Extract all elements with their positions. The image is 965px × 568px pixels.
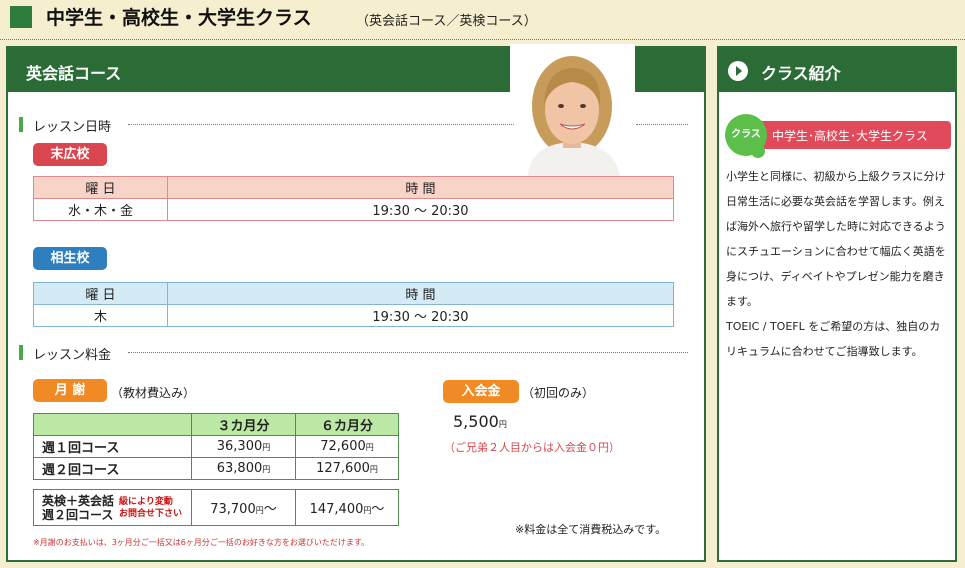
table-row: 水・木・金 19:30 〜 20:30 xyxy=(33,198,674,221)
day-cell: 水・木・金 xyxy=(33,198,168,221)
col-6months-header: ６カ月分 xyxy=(295,413,399,436)
price-6m-cell: 127,600円 xyxy=(295,457,399,480)
col-time-header: 時 間 xyxy=(167,282,674,305)
col-day-header: 曜 日 xyxy=(33,282,168,305)
table-header-row: 曜 日 時 間 xyxy=(33,176,674,199)
class-name: 中学生･高校生･大学生クラス xyxy=(772,129,928,143)
school-badge-aioi: 相生校 xyxy=(33,247,107,270)
schedule-table-suehiro: 曜 日 時 間 水・木・金 19:30 〜 20:30 xyxy=(33,176,674,221)
course-cell: 週１回コース xyxy=(33,435,192,458)
toeic-description-text: TOEIC / TOEFL をご希望の方は、独自のカリキュラムに合わせてご指導致… xyxy=(726,320,941,358)
fee-section-marker xyxy=(19,345,23,360)
eiken-course-cell: 英検＋英会話 週２回コース 級により変動 お問合せ下さい xyxy=(33,489,192,526)
course-cell: 週２回コース xyxy=(33,457,192,480)
fee-table: ３カ月分 ６カ月分 週１回コース 36,300円 72,600円 週２回コース … xyxy=(33,413,399,480)
class-name-banner: 中学生･高校生･大学生クラス xyxy=(744,121,951,149)
monthly-badge: 月 謝 xyxy=(33,379,107,402)
fee-section-dots xyxy=(128,352,688,353)
fee-header-blank xyxy=(33,413,192,436)
student-photo xyxy=(510,44,635,176)
school-badge-suehiro: 末広校 xyxy=(33,143,107,166)
time-cell: 19:30 〜 20:30 xyxy=(167,198,674,221)
schedule-section-dots xyxy=(128,124,514,125)
schedule-section-label: レッスン日時 xyxy=(33,120,112,135)
schedule-table-aioi: 曜 日 時 間 木 19:30 〜 20:30 xyxy=(33,282,674,327)
day-cell: 木 xyxy=(33,304,168,327)
page-title: 中学生・高校生・大学生クラス xyxy=(46,7,312,29)
price-6m-cell: 147,400円〜 xyxy=(295,489,399,526)
col-time-header: 時 間 xyxy=(167,176,674,199)
class-description: 小学生と同様に、初級から上級クラスに分け日常生活に必要な英会話を学習します。例え… xyxy=(726,164,950,364)
header-divider xyxy=(0,39,965,40)
class-badge-dot xyxy=(751,144,765,158)
price-3m-cell: 73,700円〜 xyxy=(191,489,296,526)
fee-section-label: レッスン料金 xyxy=(33,348,112,363)
header-square-icon xyxy=(10,6,32,28)
side-panel-header: クラス紹介 xyxy=(719,48,955,92)
table-row: 週１回コース 36,300円 72,600円 xyxy=(33,435,399,458)
play-circle-icon xyxy=(728,61,748,81)
payment-note: ※月謝のお支払いは、3ヶ月分ご一括又は6ヶ月分ご一括のお好きな方をお選びいただけ… xyxy=(33,538,370,547)
price-3m-cell: 36,300円 xyxy=(191,435,296,458)
class-description-text: 小学生と同様に、初級から上級クラスに分け日常生活に必要な英会話を学習します。例え… xyxy=(726,170,946,308)
page-header: 中学生・高校生・大学生クラス （英会話コース／英検コース） xyxy=(0,0,965,40)
time-cell: 19:30 〜 20:30 xyxy=(167,304,674,327)
price-6m-cell: 72,600円 xyxy=(295,435,399,458)
table-header-row: 曜 日 時 間 xyxy=(33,282,674,305)
page-subtitle: （英会話コース／英検コース） xyxy=(356,14,537,29)
entry-fee-note: （初回のみ） xyxy=(522,386,595,400)
table-row: 木 19:30 〜 20:30 xyxy=(33,304,674,327)
entry-fee-badge: 入会金 xyxy=(443,380,519,403)
sibling-note: （ご兄弟２人目からは入会金０円） xyxy=(444,441,620,454)
col-day-header: 曜 日 xyxy=(33,176,168,199)
table-row: 週２回コース 63,800円 127,600円 xyxy=(33,457,399,480)
schedule-section-marker xyxy=(19,117,23,132)
side-panel-title: クラス紹介 xyxy=(761,64,841,83)
monthly-note: （教材費込み） xyxy=(111,386,196,400)
table-row: 英検＋英会話 週２回コース 級により変動 お問合せ下さい 73,700円〜 147,… xyxy=(33,489,399,526)
entry-fee-amount: 5,500円 xyxy=(453,412,507,431)
eiken-fee-table: 英検＋英会話 週２回コース 級により変動 お問合せ下さい 73,700円〜 147,… xyxy=(33,489,399,526)
price-3m-cell: 63,800円 xyxy=(191,457,296,480)
col-3months-header: ３カ月分 xyxy=(191,413,296,436)
schedule-section-dots-right xyxy=(636,124,688,125)
tax-note: ※料金は全て消費税込みです。 xyxy=(515,523,667,536)
fee-header-row: ３カ月分 ６カ月分 xyxy=(33,413,399,436)
